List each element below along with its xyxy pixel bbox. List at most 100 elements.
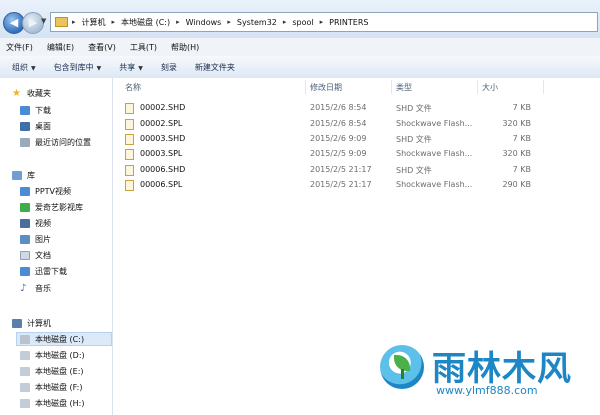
- share-label: 共享: [119, 62, 136, 72]
- file-type: SHD 文件: [396, 104, 432, 113]
- file-size: 320 KB: [502, 149, 531, 158]
- file-row[interactable]: 00006.SPL 2015/2/5 21:17 Shockwave Flash…: [119, 178, 539, 193]
- file-row[interactable]: 00003.SPL 2015/2/5 9:09 Shockwave Flash.…: [119, 147, 539, 162]
- breadcrumb-spool[interactable]: spool: [292, 18, 313, 27]
- watermark-logo-icon: [380, 345, 424, 389]
- nav-favorites[interactable]: ★ 收藏夹: [12, 86, 51, 100]
- thunder-download-icon: [20, 266, 30, 276]
- file-icon: [125, 149, 134, 160]
- chevron-right-icon[interactable]: ▸: [227, 18, 231, 26]
- nav-drive-f[interactable]: 本地磁盘 (F:): [20, 380, 82, 394]
- file-icon: [125, 103, 134, 114]
- file-row[interactable]: 00006.SHD 2015/2/5 21:17 SHD 文件 7 KB: [119, 163, 539, 178]
- breadcrumb-computer[interactable]: 计算机: [82, 17, 106, 28]
- file-date: 2015/2/5 21:17: [310, 165, 372, 174]
- column-divider[interactable]: [477, 80, 478, 94]
- nav-desktop[interactable]: 桌面: [20, 119, 51, 133]
- nav-thunder-downloads[interactable]: 迅雷下载: [20, 264, 67, 278]
- file-name: 00006.SHD: [140, 165, 186, 174]
- menu-help[interactable]: 帮助(H): [171, 42, 199, 53]
- column-header-date[interactable]: 修改日期: [310, 82, 342, 93]
- file-row[interactable]: 00002.SHD 2015/2/6 8:54 SHD 文件 7 KB: [119, 101, 539, 116]
- address-box[interactable]: ▸ 计算机 ▸ 本地磁盘 (C:) ▸ Windows ▸ System32 ▸…: [50, 12, 598, 32]
- breadcrumb-system32[interactable]: System32: [237, 18, 277, 27]
- file-name: 00003.SPL: [140, 149, 183, 158]
- file-type: Shockwave Flash...: [396, 119, 473, 128]
- column-header-type[interactable]: 类型: [396, 82, 412, 93]
- nav-drive-f-label: 本地磁盘 (F:): [35, 382, 83, 392]
- nav-drive-d[interactable]: 本地磁盘 (D:): [20, 348, 85, 362]
- nav-iqiyi[interactable]: 爱奇艺影视库: [20, 200, 83, 214]
- share-button[interactable]: 共享 ▼: [119, 62, 143, 73]
- file-size: 7 KB: [512, 103, 531, 112]
- burn-button[interactable]: 刻录: [161, 62, 177, 73]
- file-date: 2015/2/6 9:09: [310, 134, 367, 143]
- chevron-right-icon[interactable]: ▸: [320, 18, 324, 26]
- address-bar-area: ◀ ▶ ▼ ▸ 计算机 ▸ 本地磁盘 (C:) ▸ Windows ▸ Syst…: [0, 0, 600, 38]
- include-library-label: 包含到库中: [53, 62, 94, 72]
- nav-iqiyi-label: 爱奇艺影视库: [35, 202, 83, 212]
- nav-thunder-downloads-label: 迅雷下载: [35, 266, 67, 276]
- include-library-button[interactable]: 包含到库中 ▼: [54, 62, 102, 73]
- nav-drive-c[interactable]: 本地磁盘 (C:): [16, 332, 112, 346]
- nav-drive-h[interactable]: 本地磁盘 (H:): [20, 396, 85, 410]
- nav-desktop-label: 桌面: [35, 121, 51, 131]
- nav-downloads[interactable]: 下载: [20, 103, 51, 117]
- chevron-right-icon[interactable]: ▸: [176, 18, 180, 26]
- column-divider[interactable]: [391, 80, 392, 94]
- breadcrumb-c-drive[interactable]: 本地磁盘 (C:): [121, 17, 170, 28]
- file-row[interactable]: 00002.SPL 2015/2/6 8:54 Shockwave Flash.…: [119, 117, 539, 132]
- organize-label: 组织: [12, 62, 28, 72]
- drive-icon: [20, 382, 30, 392]
- file-type: SHD 文件: [396, 166, 432, 175]
- iqiyi-library-icon: [20, 202, 30, 212]
- nav-music[interactable]: ♪ 音乐: [20, 281, 51, 295]
- recent-pages-dropdown[interactable]: ▼: [41, 17, 46, 25]
- file-name: 00002.SPL: [140, 119, 183, 128]
- nav-recent-places-label: 最近访问的位置: [35, 137, 91, 147]
- video-icon: [20, 218, 30, 228]
- command-toolbar: 组织 ▼ 包含到库中 ▼ 共享 ▼ 刻录 新建文件夹: [0, 56, 600, 79]
- file-date: 2015/2/5 9:09: [310, 149, 367, 158]
- file-size: 290 KB: [502, 180, 531, 189]
- nav-pictures[interactable]: 图片: [20, 232, 51, 246]
- nav-computer[interactable]: 计算机: [12, 316, 51, 330]
- chevron-right-icon[interactable]: ▸: [112, 18, 116, 26]
- chevron-right-icon[interactable]: ▸: [72, 18, 76, 26]
- file-name: 00003.SHD: [140, 134, 186, 143]
- nav-libraries-label: 库: [27, 170, 35, 180]
- nav-documents[interactable]: 文档: [20, 248, 51, 262]
- file-row[interactable]: 00003.SHD 2015/2/6 9:09 SHD 文件 7 KB: [119, 132, 539, 147]
- nav-downloads-label: 下载: [35, 105, 51, 115]
- nav-libraries[interactable]: 库: [12, 168, 35, 182]
- nav-recent-places[interactable]: 最近访问的位置: [20, 135, 91, 149]
- menu-edit[interactable]: 编辑(E): [47, 42, 74, 53]
- new-folder-button[interactable]: 新建文件夹: [195, 62, 235, 73]
- file-name: 00002.SHD: [140, 103, 186, 112]
- nav-pptv[interactable]: PPTV视频: [20, 184, 71, 198]
- column-divider[interactable]: [305, 80, 306, 94]
- chevron-right-icon[interactable]: ▸: [283, 18, 287, 26]
- menu-file[interactable]: 文件(F): [6, 42, 33, 53]
- file-size: 320 KB: [502, 119, 531, 128]
- video-library-icon: [20, 186, 30, 196]
- column-header-size[interactable]: 大小: [482, 82, 498, 93]
- file-type: Shockwave Flash...: [396, 180, 473, 189]
- column-header-name[interactable]: 名称: [125, 82, 141, 93]
- nav-drive-d-label: 本地磁盘 (D:): [35, 350, 85, 360]
- file-date: 2015/2/6 8:54: [310, 119, 367, 128]
- nav-videos[interactable]: 视频: [20, 216, 51, 230]
- organize-button[interactable]: 组织 ▼: [12, 62, 36, 73]
- file-date: 2015/2/6 8:54: [310, 103, 367, 112]
- nav-drive-e[interactable]: 本地磁盘 (E:): [20, 364, 84, 378]
- breadcrumb-printers[interactable]: PRINTERS: [329, 18, 368, 27]
- nav-computer-label: 计算机: [27, 318, 51, 328]
- documents-icon: [20, 250, 30, 260]
- file-size: 7 KB: [512, 165, 531, 174]
- menu-view[interactable]: 查看(V): [88, 42, 116, 53]
- menu-tools[interactable]: 工具(T): [130, 42, 157, 53]
- nav-videos-label: 视频: [35, 218, 51, 228]
- column-divider[interactable]: [543, 80, 544, 94]
- chevron-down-icon: ▼: [138, 64, 143, 72]
- breadcrumb-windows[interactable]: Windows: [186, 18, 222, 27]
